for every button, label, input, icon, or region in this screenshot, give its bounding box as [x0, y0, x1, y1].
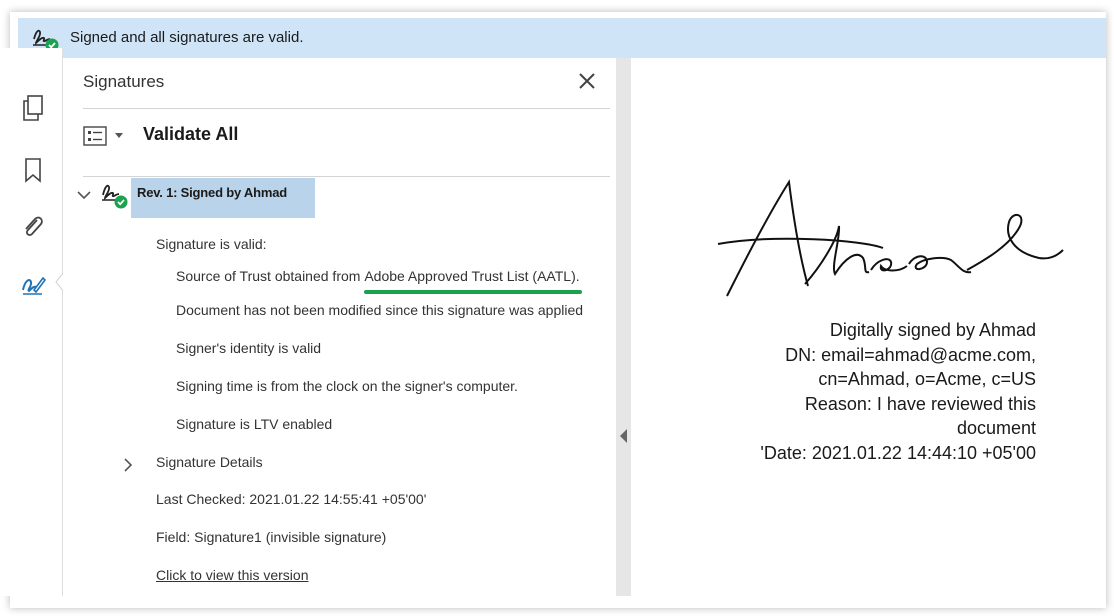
signature-line: Reason: I have reviewed this [804, 393, 1036, 414]
aatl-highlight: Adobe Approved Trust List (AATL). [364, 268, 582, 294]
signature-line: Digitally signed by Ahmad [829, 320, 1036, 340]
signature-line: DN: email=ahmad@acme.com, [785, 344, 1036, 365]
trust-source-prefix: Source of Trust obtained from [176, 268, 365, 284]
handwritten-signature-image [717, 179, 1064, 297]
signing-time-line: Signing time is from the clock on the si… [176, 378, 518, 394]
view-version-link[interactable]: Click to view this version [156, 567, 309, 583]
validate-all-toolbar: Validate All [83, 122, 383, 152]
identity-valid-line: Signer's identity is valid [176, 340, 322, 356]
not-modified-line: Document has not been modified since thi… [176, 302, 584, 318]
bookmark-icon[interactable] [20, 156, 46, 184]
ltv-line: Signature is LTV enabled [176, 416, 333, 432]
valid-signature-icon [102, 184, 128, 209]
chevron-down-icon[interactable] [77, 190, 91, 200]
collapse-arrow-icon[interactable] [620, 429, 627, 443]
signature-pen-icon[interactable] [20, 270, 46, 298]
panel-splitter[interactable] [616, 58, 631, 596]
pages-icon[interactable] [20, 94, 46, 122]
signature-status-bar: Signed and all signatures are valid. [18, 18, 1106, 58]
status-message: Signed and all signatures are valid. [70, 29, 304, 46]
panel-title: Signatures [83, 72, 165, 91]
signature-details-toggle[interactable]: Signature Details [156, 454, 263, 470]
options-menu-icon[interactable] [83, 126, 107, 146]
left-navigation-rail [0, 48, 64, 596]
divider [83, 176, 610, 177]
trust-source-name: Adobe Approved Trust List (AATL). [364, 268, 580, 284]
divider [83, 108, 610, 109]
document-view: Digitally signed by Ahmad DN: email=ahma… [631, 58, 1106, 596]
revision-label[interactable]: Rev. 1: Signed by Ahmad [131, 178, 315, 218]
signature-line: cn=Ahmad, o=Acme, c=US [818, 369, 1036, 389]
signature-line: document [956, 418, 1036, 438]
signature-valid-header: Signature is valid: [156, 236, 267, 252]
validate-all-button[interactable]: Validate All [143, 124, 238, 145]
green-underline [364, 290, 582, 294]
signatures-panel: Signatures Validate All Rev. 1: Signed b… [63, 58, 616, 596]
signature-line: 'Date: 2021.01.22 14:44:10 +05'00 [760, 442, 1036, 463]
chevron-down-icon[interactable] [115, 133, 123, 139]
revision-row[interactable]: Rev. 1: Signed by Ahmad [77, 178, 597, 218]
trust-source-line: Source of Trust obtained from Adobe Appr… [176, 268, 582, 294]
digital-signature-text: Digitally signed by Ahmad DN: email=ahma… [656, 318, 1036, 465]
last-checked-line: Last Checked: 2021.01.22 14:55:41 +05'00… [156, 491, 427, 507]
attachment-icon[interactable] [20, 212, 46, 240]
close-icon[interactable] [578, 72, 596, 90]
chevron-right-icon[interactable] [123, 458, 133, 472]
field-line: Field: Signature1 (invisible signature) [156, 529, 387, 545]
